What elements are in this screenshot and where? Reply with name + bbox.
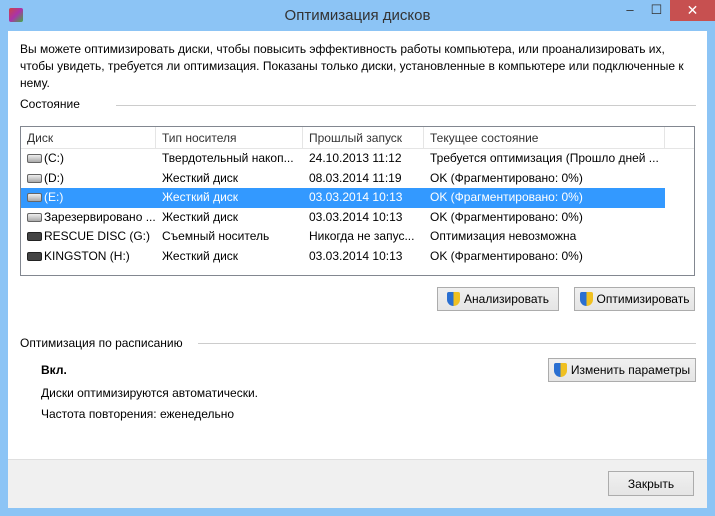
media-type-cell: Съемный носитель <box>162 229 270 243</box>
last-run-cell: Никогда не запус... <box>309 229 415 243</box>
last-run-cell: 03.03.2014 10:13 <box>309 248 403 263</box>
col-disk[interactable]: Диск <box>21 127 156 148</box>
drive-name-cell: (E:) <box>21 188 156 208</box>
drive-name-cell: KINGSTON (H:) <box>21 247 156 267</box>
schedule-frequency: Частота повторения: еженедельно <box>41 407 235 421</box>
drive-list[interactable]: Диск Тип носителя Прошлый запуск Текущее… <box>20 126 695 276</box>
media-type-cell: Жесткий диск <box>162 190 239 204</box>
schedule-section-label: Оптимизация по расписанию <box>20 336 183 350</box>
media-type-cell: Жесткий диск <box>162 170 239 185</box>
system-drive-icon <box>27 154 42 164</box>
drive-name: RESCUE DISC (G:) <box>44 229 151 243</box>
drive-name: (E:) <box>44 190 64 204</box>
media-type-cell: Жесткий диск <box>162 248 239 263</box>
drive-name-cell: (C:) <box>21 149 156 169</box>
drive-name: (C:) <box>44 151 64 165</box>
drive-name-cell: (D:) <box>21 169 156 189</box>
schedule-auto-text: Диски оптимизируются автоматически. <box>41 386 259 400</box>
status-cell: OK (Фрагментировано: 0%) <box>430 190 583 204</box>
hard-drive-icon <box>27 173 42 183</box>
drive-row[interactable]: Зарезервировано ... Жесткий диск 03.03.2… <box>21 208 665 228</box>
col-current-status[interactable]: Текущее состояние <box>424 127 665 148</box>
uac-shield-icon <box>447 292 461 306</box>
change-settings-button[interactable]: Изменить параметры <box>548 358 696 382</box>
status-section-label: Состояние <box>20 97 80 111</box>
removable-drive-icon <box>27 251 42 261</box>
window-title: Оптимизация дисков <box>284 7 431 24</box>
last-run-cell: 08.03.2014 11:19 <box>309 170 402 185</box>
drive-row[interactable]: (C:) Твердотельный накоп... 24.10.2013 1… <box>21 149 665 169</box>
status-cell: OK (Фрагментировано: 0%) <box>430 170 583 185</box>
optimize-button[interactable]: Оптимизировать <box>574 287 695 311</box>
drive-row[interactable]: (E:) Жесткий диск 03.03.2014 10:13 OK (Ф… <box>21 188 665 208</box>
status-cell: OK (Фрагментировано: 0%) <box>430 248 583 263</box>
change-settings-label: Изменить параметры <box>570 363 691 377</box>
removable-drive-icon <box>27 232 42 242</box>
uac-shield-icon <box>579 292 593 306</box>
hard-drive-icon <box>27 212 42 222</box>
drive-name: Зарезервировано ... <box>44 209 156 224</box>
optimize-label: Оптимизировать <box>596 292 690 306</box>
status-cell: OK (Фрагментировано: 0%) <box>430 209 583 224</box>
divider <box>198 343 696 344</box>
footer: Закрыть <box>8 459 707 508</box>
last-run-cell: 24.10.2013 11:12 <box>309 151 402 165</box>
drive-row[interactable]: RESCUE DISC (G:) Съемный носитель Никогд… <box>21 227 665 247</box>
status-cell: Оптимизация невозможна <box>430 229 577 243</box>
close-button[interactable]: Закрыть <box>608 471 694 496</box>
last-run-cell: 03.03.2014 10:13 <box>309 209 403 224</box>
divider <box>116 105 696 106</box>
description: Вы можете оптимизировать диски, чтобы по… <box>20 42 684 90</box>
last-run-cell: 03.03.2014 10:13 <box>309 190 403 204</box>
close-window-button[interactable]: ✕ <box>670 0 715 21</box>
drive-name-cell: RESCUE DISC (G:) <box>21 227 156 247</box>
analyze-label: Анализировать <box>464 292 549 306</box>
col-last-run[interactable]: Прошлый запуск <box>303 127 424 148</box>
status-cell: Требуется оптимизация (Прошло дней ... <box>430 151 659 165</box>
drive-name-cell: Зарезервировано ... <box>21 208 156 228</box>
hard-drive-icon <box>27 193 42 203</box>
media-type-cell: Твердотельный накоп... <box>162 151 294 165</box>
col-media-type[interactable]: Тип носителя <box>156 127 303 148</box>
drive-row[interactable]: KINGSTON (H:) Жесткий диск 03.03.2014 10… <box>21 247 665 267</box>
drive-name: (D:) <box>44 170 64 185</box>
uac-shield-icon <box>553 363 567 377</box>
dialog-body: Вы можете оптимизировать диски, чтобы по… <box>8 31 707 508</box>
drive-name: KINGSTON (H:) <box>44 248 130 263</box>
minimize-button[interactable]: ‒ <box>617 0 643 21</box>
list-header: Диск Тип носителя Прошлый запуск Текущее… <box>21 127 694 149</box>
drive-row[interactable]: (D:) Жесткий диск 08.03.2014 11:19 OK (Ф… <box>21 169 665 189</box>
analyze-button[interactable]: Анализировать <box>437 287 559 311</box>
schedule-state: Вкл. <box>41 363 67 377</box>
maximize-button[interactable]: ☐ <box>643 0 670 21</box>
media-type-cell: Жесткий диск <box>162 209 239 224</box>
